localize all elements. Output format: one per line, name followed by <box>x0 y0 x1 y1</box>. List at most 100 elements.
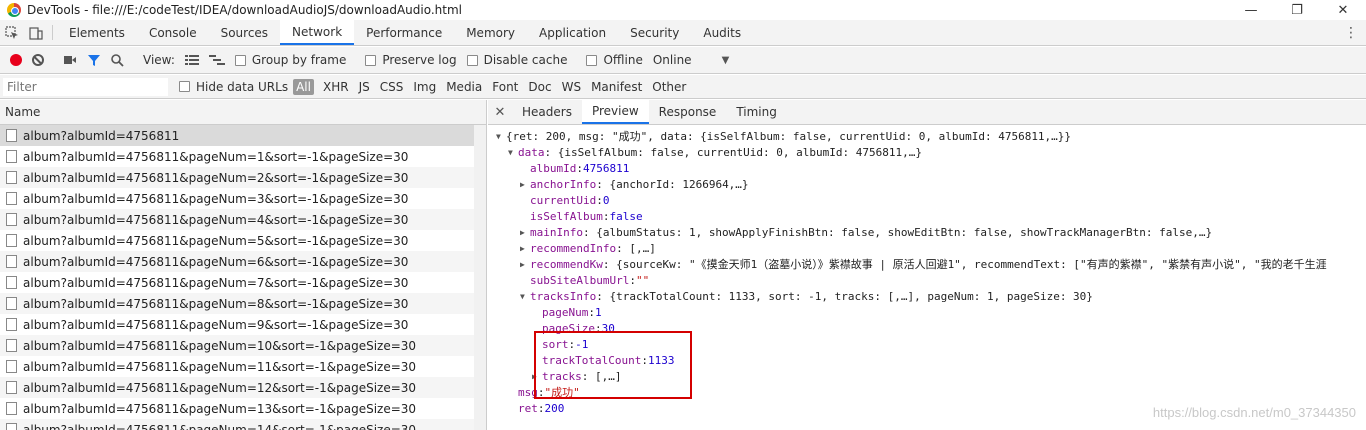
overview-button[interactable] <box>204 47 230 74</box>
group-by-frame-checkbox[interactable] <box>234 54 246 66</box>
inspect-element-icon[interactable] <box>0 20 24 45</box>
filter-type-font[interactable]: Font <box>487 80 523 94</box>
json-tree-line[interactable]: ▼ tracksInfo: {trackTotalCount: 1133, sor… <box>488 289 1366 305</box>
request-row[interactable]: album?albumId=4756811&pageNum=14&sort=-1… <box>0 419 475 430</box>
tab-elements[interactable]: Elements <box>57 20 137 45</box>
group-by-frame-option[interactable]: Group by frame <box>230 47 351 74</box>
request-detail-panel: ✕ Headers Preview Response Timing ▼ {ret: 20… <box>488 100 1366 430</box>
disable-cache-option[interactable]: Disable cache <box>462 47 573 74</box>
request-row[interactable]: album?albumId=4756811&pageNum=3&sort=-1&… <box>0 188 475 209</box>
json-tree-line[interactable]: ▼ data: {isSelfAlbum: false, currentUid: … <box>488 145 1366 161</box>
capture-screenshots-button[interactable] <box>58 47 82 74</box>
filter-type-css[interactable]: CSS <box>375 80 409 94</box>
request-row[interactable]: album?albumId=4756811&pageNum=10&sort=-1… <box>0 335 475 356</box>
expanded-triangle-icon[interactable]: ▼ <box>520 289 530 305</box>
document-icon <box>6 192 17 205</box>
filter-type-all[interactable]: All <box>293 78 314 95</box>
request-list-panel: Name album?albumId=4756811 album?albumId=… <box>0 100 487 430</box>
document-icon <box>6 360 17 373</box>
tab-timing[interactable]: Timing <box>726 100 787 124</box>
collapsed-triangle-icon[interactable]: ▶ <box>520 257 530 273</box>
request-row[interactable]: album?albumId=4756811&pageNum=6&sort=-1&… <box>0 251 475 272</box>
expanded-triangle-icon[interactable]: ▼ <box>496 129 506 145</box>
name-column-header[interactable]: Name <box>0 100 486 125</box>
disable-cache-checkbox[interactable] <box>466 54 478 66</box>
detail-tabbar: ✕ Headers Preview Response Timing <box>488 100 1366 125</box>
request-row[interactable]: album?albumId=4756811&pageNum=4&sort=-1&… <box>0 209 475 230</box>
filter-type-img[interactable]: Img <box>408 80 441 94</box>
json-key: mainInfo <box>530 226 583 239</box>
json-tree-line[interactable]: ▶ anchorInfo: {anchorId: 1266964,…} <box>488 177 1366 193</box>
filter-type-media[interactable]: Media <box>441 80 487 94</box>
preserve-log-option[interactable]: Preserve log <box>360 47 461 74</box>
close-window-button[interactable]: ✕ <box>1320 0 1366 20</box>
record-button[interactable] <box>0 47 27 74</box>
group-by-frame-label: Group by frame <box>251 53 347 67</box>
toolbar-divider <box>52 25 53 40</box>
device-toolbar-icon[interactable] <box>24 20 48 45</box>
request-name: album?albumId=4756811&pageNum=1&sort=-1&… <box>23 149 409 164</box>
json-number-value: 0 <box>602 194 610 207</box>
request-row[interactable]: album?albumId=4756811&pageNum=1&sort=-1&… <box>0 146 475 167</box>
expanded-triangle-icon[interactable]: ▼ <box>508 145 518 161</box>
request-row[interactable]: album?albumId=4756811&pageNum=9&sort=-1&… <box>0 314 475 335</box>
filter-type-other[interactable]: Other <box>647 80 691 94</box>
request-row[interactable]: album?albumId=4756811 <box>0 125 475 146</box>
tab-network[interactable]: Network <box>280 20 355 45</box>
tab-memory[interactable]: Memory <box>454 20 527 45</box>
restore-button[interactable]: ❐ <box>1274 0 1320 20</box>
filter-input[interactable] <box>3 77 168 96</box>
search-button[interactable] <box>106 47 129 74</box>
json-tree-line[interactable]: ▶ recommendKw: {sourceKw: "《摸金天师1（盗墓小说）》紫… <box>488 257 1366 273</box>
offline-option[interactable]: Offline <box>581 47 647 74</box>
throttling-select[interactable]: Online ▼ <box>648 47 734 74</box>
json-tree-line[interactable]: ▼ {ret: 200, msg: "成功", data: {isSelfAlbu… <box>488 129 1366 145</box>
hide-data-urls-checkbox[interactable] <box>179 81 190 92</box>
chrome-logo-icon <box>7 3 21 17</box>
tab-preview[interactable]: Preview <box>581 100 649 124</box>
minimize-button[interactable]: — <box>1228 0 1274 20</box>
request-row[interactable]: album?albumId=4756811&pageNum=5&sort=-1&… <box>0 230 475 251</box>
preserve-log-checkbox[interactable] <box>365 54 377 66</box>
tab-security[interactable]: Security <box>618 20 691 45</box>
watermark-text: https://blog.csdn.net/m0_37344350 <box>1152 405 1356 420</box>
tab-console[interactable]: Console <box>137 20 209 45</box>
large-rows-button[interactable] <box>180 47 204 74</box>
collapsed-triangle-icon[interactable]: ▶ <box>520 241 530 257</box>
filter-type-js[interactable]: JS <box>354 80 375 94</box>
request-row[interactable]: album?albumId=4756811&pageNum=11&sort=-1… <box>0 356 475 377</box>
filter-type-ws[interactable]: WS <box>557 80 586 94</box>
video-camera-icon <box>64 56 76 64</box>
json-tree-line[interactable]: ▶ recommendInfo: [,…] <box>488 241 1366 257</box>
filter-type-doc[interactable]: Doc <box>523 80 556 94</box>
clear-button[interactable] <box>27 47 49 74</box>
json-text: : <box>629 274 636 287</box>
tab-performance[interactable]: Performance <box>354 20 454 45</box>
more-options-icon[interactable]: ⋮ <box>1344 20 1358 46</box>
tab-headers[interactable]: Headers <box>512 100 582 124</box>
filter-type-xhr[interactable]: XHR <box>318 80 354 94</box>
hide-data-urls-label: Hide data URLs <box>196 79 289 94</box>
json-text: : {trackTotalCount: 1133, sort: -1, trac… <box>596 290 1093 303</box>
collapsed-triangle-icon[interactable]: ▶ <box>520 177 530 193</box>
request-row[interactable]: album?albumId=4756811&pageNum=7&sort=-1&… <box>0 272 475 293</box>
hide-data-urls-option[interactable]: Hide data URLs <box>174 73 293 100</box>
record-icon <box>10 54 22 66</box>
tab-response[interactable]: Response <box>649 100 727 124</box>
filter-type-manifest[interactable]: Manifest <box>586 80 647 94</box>
offline-checkbox[interactable] <box>586 54 598 66</box>
tab-application[interactable]: Application <box>527 20 618 45</box>
collapsed-triangle-icon[interactable]: ▶ <box>520 225 530 241</box>
request-row[interactable]: album?albumId=4756811&pageNum=8&sort=-1&… <box>0 293 475 314</box>
tab-audits[interactable]: Audits <box>691 20 753 45</box>
json-key: currentUid <box>530 194 597 207</box>
json-key: isSelfAlbum <box>530 210 603 223</box>
request-list-scrollbar[interactable] <box>474 125 486 430</box>
tab-sources[interactable]: Sources <box>209 20 280 45</box>
json-tree-line[interactable]: ▶ mainInfo: {albumStatus: 1, showApplyFin… <box>488 225 1366 241</box>
close-detail-icon[interactable]: ✕ <box>488 100 512 124</box>
filter-toggle-button[interactable] <box>82 47 106 74</box>
request-row[interactable]: album?albumId=4756811&pageNum=12&sort=-1… <box>0 377 475 398</box>
request-row[interactable]: album?albumId=4756811&pageNum=2&sort=-1&… <box>0 167 475 188</box>
request-row[interactable]: album?albumId=4756811&pageNum=13&sort=-1… <box>0 398 475 419</box>
